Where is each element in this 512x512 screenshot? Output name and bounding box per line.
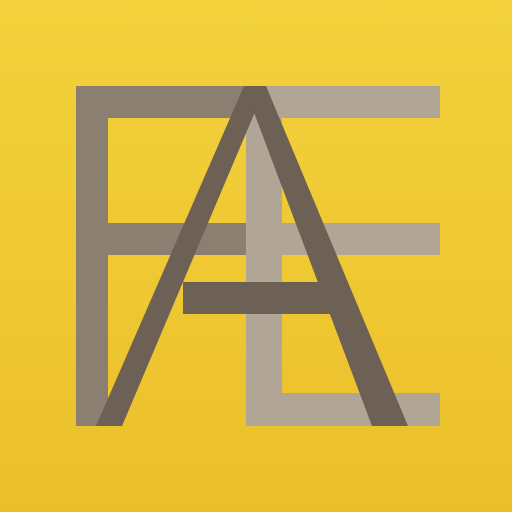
fae-monogram-icon xyxy=(0,0,512,512)
app-icon xyxy=(0,0,512,512)
